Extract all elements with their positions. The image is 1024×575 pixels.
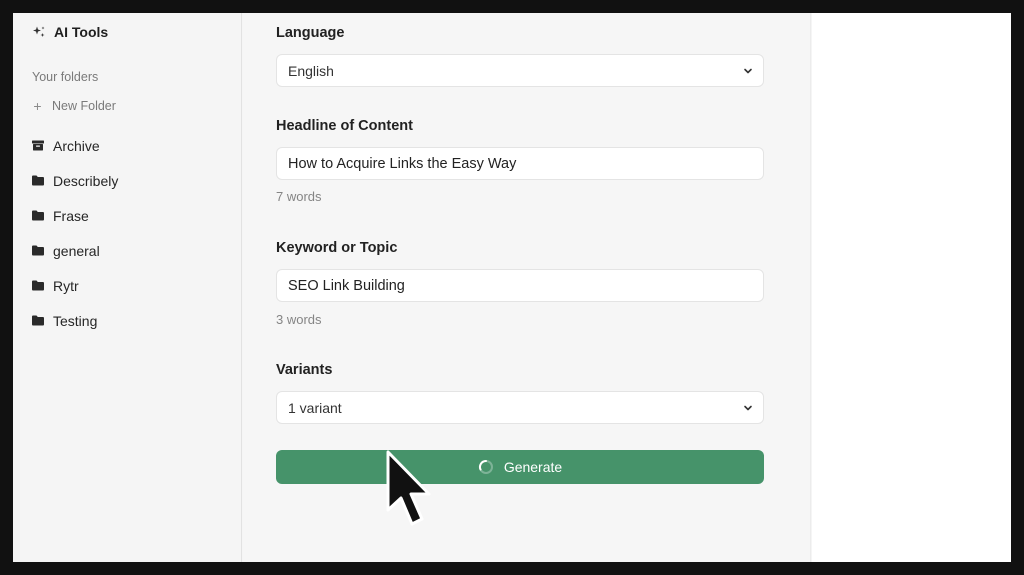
sidebar-item-label: Frase: [53, 207, 89, 224]
sidebar-item-frase[interactable]: Frase: [32, 198, 118, 233]
folder-icon: [32, 245, 44, 256]
language-label: Language: [276, 25, 345, 41]
folder-icon: [32, 175, 44, 186]
new-folder-label: New Folder: [52, 99, 116, 113]
sidebar-item-general[interactable]: general: [32, 233, 118, 268]
folder-icon: [32, 280, 44, 291]
language-value: English: [288, 62, 334, 79]
archive-icon: [32, 140, 44, 151]
sidebar-item-label: general: [53, 242, 100, 259]
language-select[interactable]: English: [276, 54, 764, 87]
headline-word-count: 7 words: [276, 189, 322, 204]
generate-button[interactable]: Generate: [276, 450, 764, 484]
folders-heading: Your folders: [32, 70, 99, 84]
keyword-input[interactable]: SEO Link Building: [276, 269, 764, 302]
chevron-down-icon: [744, 68, 752, 73]
keyword-value: SEO Link Building: [288, 277, 405, 294]
plus-icon: +: [33, 98, 42, 114]
app-window: AI Tools Your folders + New Folder Archi…: [13, 13, 1011, 562]
output-pane: [812, 13, 1011, 562]
chevron-down-icon: [744, 405, 752, 410]
sidebar-item-label: Archive: [53, 137, 100, 154]
keyword-label: Keyword or Topic: [276, 240, 398, 256]
headline-input[interactable]: How to Acquire Links the Easy Way: [276, 147, 764, 180]
variants-value: 1 variant: [288, 399, 342, 416]
sidebar-item-label: Rytr: [53, 277, 79, 294]
tool-form: Language English Headline of Content How…: [243, 13, 811, 562]
folder-icon: [32, 210, 44, 221]
sidebar-item-describely[interactable]: Describely: [32, 163, 118, 198]
variants-label: Variants: [276, 362, 333, 378]
sparkles-icon: [33, 26, 45, 37]
generate-label: Generate: [503, 459, 563, 475]
sidebar-item-rytr[interactable]: Rytr: [32, 268, 118, 303]
headline-label: Headline of Content: [276, 118, 413, 134]
sidebar-item-label: Testing: [53, 312, 98, 329]
sidebar-item-archive[interactable]: Archive: [32, 128, 118, 163]
folder-icon: [32, 315, 44, 326]
folder-list: Archive Describely Frase general Rytr Te…: [32, 128, 118, 338]
keyword-word-count: 3 words: [276, 312, 322, 327]
loading-spinner-icon: [478, 459, 493, 474]
variants-select[interactable]: 1 variant: [276, 391, 764, 424]
sidebar-brand[interactable]: AI Tools: [32, 24, 108, 40]
headline-value: How to Acquire Links the Easy Way: [288, 155, 517, 172]
mouse-cursor-icon: [386, 450, 431, 526]
new-folder-button[interactable]: + New Folder: [32, 98, 116, 114]
sidebar-item-testing[interactable]: Testing: [32, 303, 118, 338]
brand-label: AI Tools: [54, 24, 109, 40]
sidebar: AI Tools Your folders + New Folder Archi…: [13, 13, 242, 562]
sidebar-item-label: Describely: [53, 172, 119, 189]
